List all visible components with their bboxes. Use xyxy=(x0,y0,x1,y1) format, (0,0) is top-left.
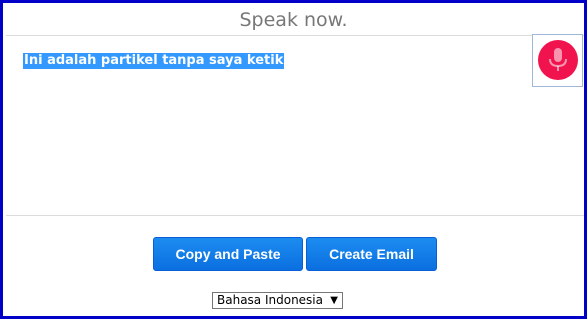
dropdown-arrow-icon: ▼ xyxy=(330,295,338,306)
language-select-value: Bahasa Indonesia xyxy=(217,293,323,307)
mic-container xyxy=(532,34,583,87)
speech-app-frame: Speak now. Ini adalah partikel tanpa say… xyxy=(0,0,587,319)
status-prompt: Speak now. xyxy=(239,9,348,31)
transcript-text[interactable]: Ini adalah partikel tanpa saya ketik xyxy=(23,53,285,69)
microphone-icon xyxy=(549,48,567,71)
copy-and-paste-button[interactable]: Copy and Paste xyxy=(153,237,303,271)
mic-button[interactable] xyxy=(538,40,578,80)
transcript-area[interactable]: Ini adalah partikel tanpa saya ketik xyxy=(6,35,584,216)
create-email-button[interactable]: Create Email xyxy=(306,237,437,271)
language-select[interactable]: Bahasa Indonesia ▼ xyxy=(212,292,343,309)
